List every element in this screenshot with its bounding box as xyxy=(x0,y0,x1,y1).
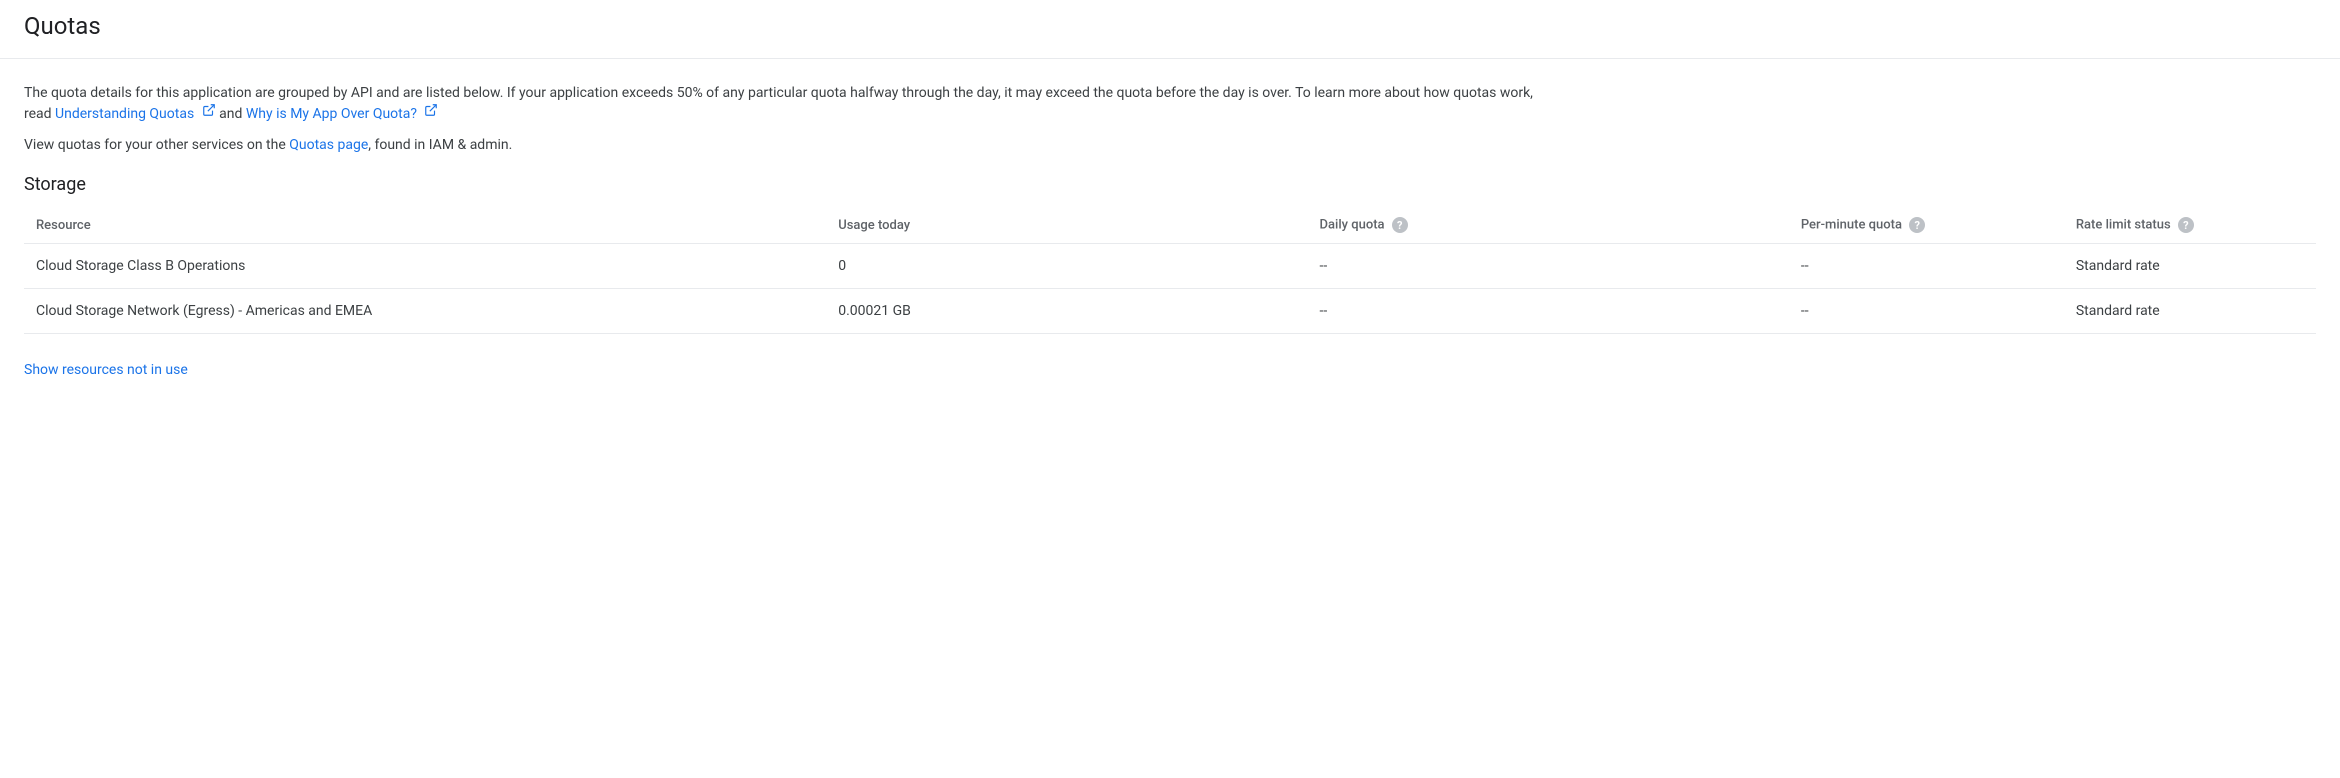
help-icon[interactable]: ? xyxy=(1392,217,1408,233)
col-header-ratelimit-text: Rate limit status xyxy=(2076,218,2171,233)
help-icon[interactable]: ? xyxy=(2178,217,2194,233)
cell-perminute: -- xyxy=(1789,244,2064,289)
show-resources-link[interactable]: Show resources not in use xyxy=(24,362,188,378)
understanding-quotas-link-text: Understanding Quotas xyxy=(55,106,194,122)
description-text-2: and xyxy=(219,106,246,122)
cell-daily: -- xyxy=(1308,244,1789,289)
cell-usage: 0.00021 GB xyxy=(826,289,1307,334)
description-paragraph: The quota details for this application a… xyxy=(24,83,1534,125)
cell-resource: Cloud Storage Class B Operations xyxy=(24,244,826,289)
table-row: Cloud Storage Network (Egress) - America… xyxy=(24,289,2316,334)
cell-daily: -- xyxy=(1308,289,1789,334)
cell-ratelimit: Standard rate xyxy=(2064,289,2316,334)
understanding-quotas-link[interactable]: Understanding Quotas xyxy=(55,106,219,122)
col-header-perminute: Per-minute quota ? xyxy=(1789,207,2064,244)
col-header-resource: Resource xyxy=(24,207,826,244)
col-header-ratelimit: Rate limit status ? xyxy=(2064,207,2316,244)
description-line-2-post: , found in IAM & admin. xyxy=(368,137,512,153)
help-icon[interactable]: ? xyxy=(1909,217,1925,233)
cell-resource: Cloud Storage Network (Egress) - America… xyxy=(24,289,826,334)
external-link-icon xyxy=(424,103,438,124)
why-over-quota-link-text: Why is My App Over Quota? xyxy=(246,106,417,122)
cell-ratelimit: Standard rate xyxy=(2064,244,2316,289)
section-title-storage: Storage xyxy=(24,174,2316,195)
page-title: Quotas xyxy=(24,12,2316,40)
col-header-usage: Usage today xyxy=(826,207,1307,244)
table-row: Cloud Storage Class B Operations 0 -- --… xyxy=(24,244,2316,289)
quotas-page-link[interactable]: Quotas page xyxy=(289,137,368,153)
description-line-2-pre: View quotas for your other services on t… xyxy=(24,137,289,153)
why-over-quota-link[interactable]: Why is My App Over Quota? xyxy=(246,106,439,122)
description-line-2: View quotas for your other services on t… xyxy=(24,135,2316,156)
cell-perminute: -- xyxy=(1789,289,2064,334)
page-header: Quotas xyxy=(0,0,2340,59)
col-header-perminute-text: Per-minute quota xyxy=(1801,218,1902,233)
table-header-row: Resource Usage today Daily quota ? Per-m… xyxy=(24,207,2316,244)
external-link-icon xyxy=(202,103,216,124)
col-header-daily-text: Daily quota xyxy=(1320,218,1385,233)
cell-usage: 0 xyxy=(826,244,1307,289)
page-content: The quota details for this application a… xyxy=(0,59,2340,378)
col-header-daily: Daily quota ? xyxy=(1308,207,1789,244)
quota-table: Resource Usage today Daily quota ? Per-m… xyxy=(24,207,2316,334)
